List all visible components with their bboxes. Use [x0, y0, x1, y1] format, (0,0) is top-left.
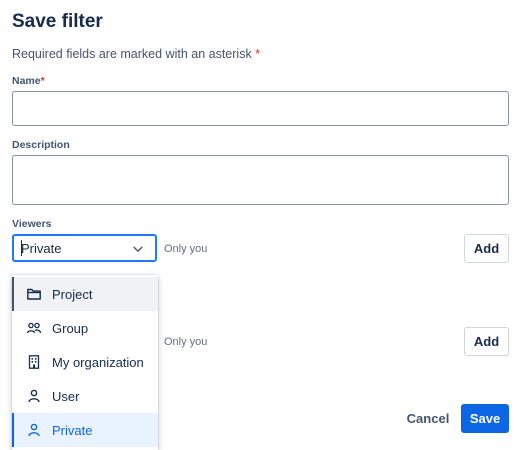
- people-icon: [26, 322, 42, 334]
- name-label: Name*: [12, 75, 45, 87]
- viewers-select[interactable]: Private: [12, 234, 157, 262]
- description-textarea[interactable]: [12, 155, 509, 205]
- menu-option-project[interactable]: Project: [12, 277, 158, 311]
- menu-option-my-organization[interactable]: My organization: [12, 345, 158, 379]
- editor-scope-note: Only you: [164, 336, 208, 348]
- description-label: Description: [12, 139, 70, 151]
- menu-option-label: User: [52, 388, 80, 404]
- menu-option-private[interactable]: Private: [12, 413, 158, 447]
- menu-option-group[interactable]: Group: [12, 311, 158, 345]
- chevron-down-icon: [133, 246, 143, 252]
- add-editor-button[interactable]: Add: [464, 327, 509, 356]
- menu-option-user[interactable]: User: [12, 379, 158, 413]
- menu-option-label: My organization: [52, 354, 144, 370]
- name-input[interactable]: [12, 91, 509, 126]
- menu-option-label: Group: [52, 320, 89, 336]
- person-icon: [28, 423, 40, 437]
- save-button[interactable]: Save: [461, 404, 509, 433]
- menu-option-label: Project: [52, 286, 93, 302]
- building-icon: [28, 355, 40, 369]
- menu-option-label: Private: [52, 422, 93, 438]
- name-label-text: Name: [12, 75, 41, 87]
- dialog-title: Save filter: [12, 11, 103, 32]
- text-caret: [21, 240, 22, 256]
- required-asterisk: *: [255, 47, 261, 61]
- name-required-asterisk: *: [40, 75, 45, 87]
- viewer-scope-note: Only you: [164, 243, 208, 255]
- person-icon: [28, 389, 40, 403]
- add-viewer-button[interactable]: Add: [464, 234, 509, 263]
- viewers-label: Viewers: [12, 218, 52, 230]
- cancel-button[interactable]: Cancel: [404, 404, 452, 433]
- folder-icon: [27, 288, 41, 300]
- required-note-text: Required fields are marked with an aster…: [12, 47, 252, 61]
- required-fields-note: Required fields are marked with an aster…: [12, 47, 260, 61]
- viewers-dropdown-menu: Project Group My organization User Priva…: [12, 275, 158, 450]
- viewers-select-value: Private: [21, 240, 62, 256]
